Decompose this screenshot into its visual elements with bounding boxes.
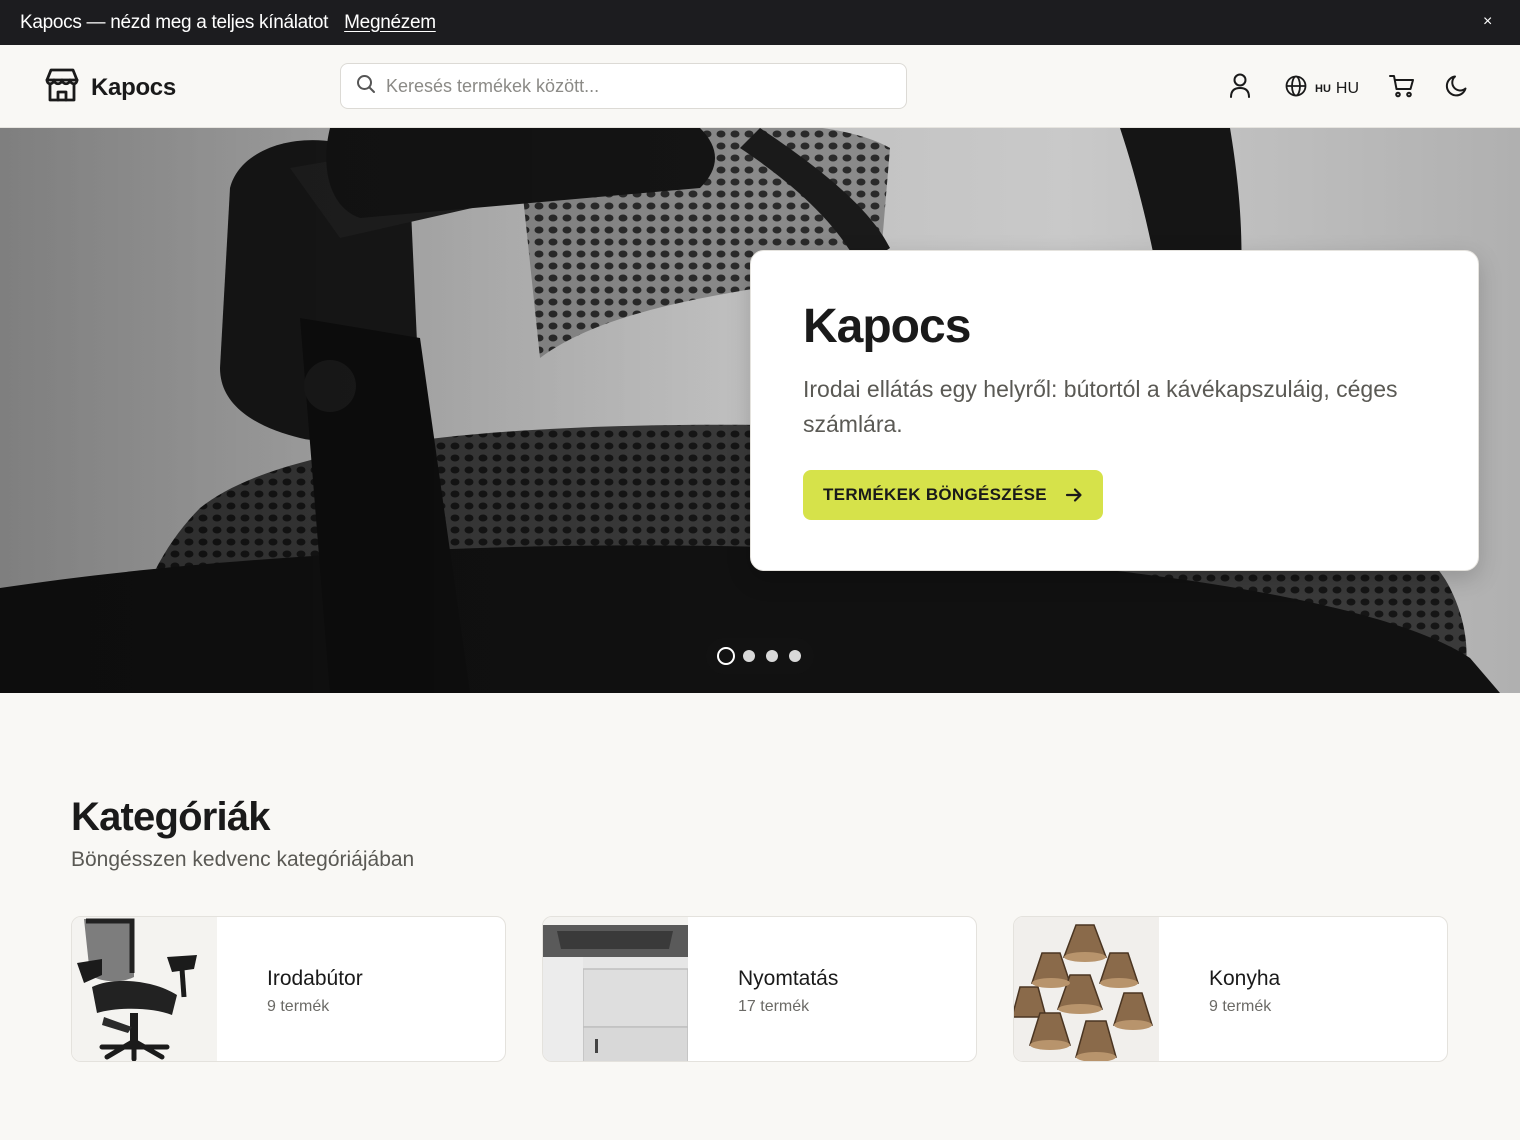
announcement-link[interactable]: Megnézem — [344, 12, 436, 34]
announcement-text: Kapocs — nézd meg a teljes kínálatot — [20, 11, 329, 33]
arrow-right-icon — [1065, 486, 1083, 509]
language-selector[interactable]: HU HU — [1285, 75, 1359, 102]
category-card-nyomtatas[interactable]: Nyomtatás 17 termék — [542, 916, 977, 1062]
announcement-bar: Kapocs — nézd meg a teljes kínálatot Meg… — [0, 0, 1520, 45]
categories-subtitle: Böngésszen kedvenc kategóriájában — [71, 848, 415, 871]
coffee-capsules-image — [1014, 917, 1159, 1061]
site-header: Kapocs HU HU — [0, 45, 1520, 128]
carousel-indicators — [706, 638, 814, 674]
category-count: 17 termék — [738, 998, 810, 1015]
hero-banner: Kapocs Irodai ellátás egy helyről: bútor… — [0, 128, 1520, 693]
cta-label: TERMÉKEK BÖNGÉSZÉSE — [823, 485, 1047, 504]
category-name: Konyha — [1209, 967, 1281, 990]
printer-image — [543, 917, 689, 1061]
category-card-konyha[interactable]: Konyha 9 termék — [1013, 916, 1448, 1062]
category-name: Nyomtatás — [738, 967, 839, 990]
carousel-dot-2[interactable] — [743, 650, 755, 662]
hero-subtitle: Irodai ellátás egy helyről: bútortól a k… — [803, 376, 1398, 437]
hero-title: Kapocs — [803, 300, 971, 353]
category-count: 9 termék — [267, 998, 330, 1015]
category-count: 9 termék — [1209, 998, 1272, 1015]
globe-icon — [1285, 75, 1307, 102]
user-icon[interactable] — [1229, 73, 1251, 104]
carousel-dot-4[interactable] — [789, 650, 801, 662]
category-name: Irodabútor — [267, 967, 363, 990]
hero-card: Kapocs Irodai ellátás egy helyről: bútor… — [750, 250, 1479, 571]
search-icon — [356, 74, 376, 99]
store-icon — [45, 67, 79, 108]
carousel-dot-3[interactable] — [766, 650, 778, 662]
carousel-dot-1[interactable] — [717, 647, 735, 665]
category-card-irodabutor[interactable]: Irodabútor 9 termék — [71, 916, 506, 1062]
browse-products-button[interactable]: TERMÉKEK BÖNGÉSZÉSE — [803, 470, 1103, 520]
logo-link[interactable]: Kapocs — [45, 67, 176, 108]
categories-title: Kategóriák — [71, 795, 271, 839]
close-icon[interactable]: × — [1483, 13, 1492, 31]
cart-icon[interactable] — [1389, 74, 1415, 103]
moon-icon[interactable] — [1445, 74, 1469, 103]
office-chair-image — [72, 917, 217, 1061]
language-code: HU — [1335, 79, 1359, 97]
brand-name: Kapocs — [91, 73, 176, 101]
search-input[interactable] — [386, 75, 866, 97]
language-flag: HU — [1315, 82, 1331, 95]
search-box[interactable] — [340, 63, 907, 109]
